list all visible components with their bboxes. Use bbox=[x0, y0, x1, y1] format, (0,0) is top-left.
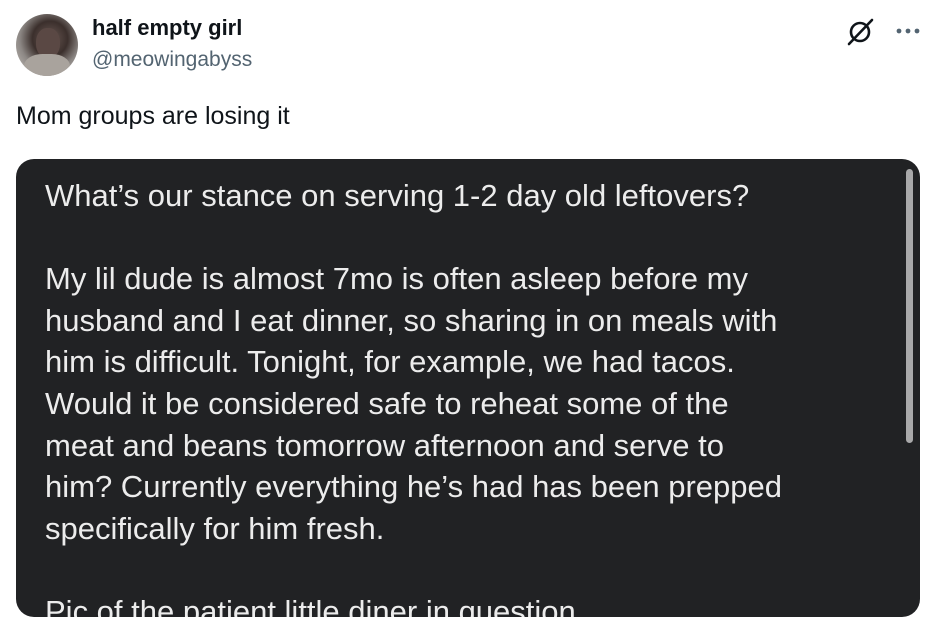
media-text: What’s our stance on serving 1-2 day old… bbox=[45, 175, 905, 617]
avatar[interactable] bbox=[16, 14, 78, 76]
media-scrollbar bbox=[906, 169, 913, 443]
media-line: him is difficult. Tonight, for example, … bbox=[45, 344, 735, 380]
media-line: specifically for him fresh. bbox=[45, 510, 385, 546]
grok-icon[interactable] bbox=[845, 17, 875, 47]
media-line-gap bbox=[45, 549, 905, 591]
author-display-name[interactable]: half empty girl bbox=[92, 15, 242, 41]
media-line: What’s our stance on serving 1-2 day old… bbox=[45, 178, 750, 213]
more-dots-icon[interactable] bbox=[893, 17, 923, 45]
tweet-card: half empty girl @meowingabyss Mom groups… bbox=[0, 0, 942, 632]
tweet-text: Mom groups are losing it bbox=[16, 102, 290, 130]
media-line: meat and beans tomorrow afternoon and se… bbox=[45, 427, 724, 463]
media-image[interactable]: What’s our stance on serving 1-2 day old… bbox=[16, 159, 920, 617]
media-line: Would it be considered safe to reheat so… bbox=[45, 385, 729, 421]
avatar-shoulder bbox=[24, 54, 70, 76]
author-handle[interactable]: @meowingabyss bbox=[92, 48, 252, 72]
media-line: husband and I eat dinner, so sharing in … bbox=[45, 302, 778, 338]
media-line-gap bbox=[45, 217, 905, 259]
media-line: Pic of the patient little diner in quest… bbox=[45, 593, 585, 617]
media-line: My lil dude is almost 7mo is often aslee… bbox=[45, 261, 748, 297]
media-line: him? Currently everything he’s had has b… bbox=[45, 469, 783, 505]
